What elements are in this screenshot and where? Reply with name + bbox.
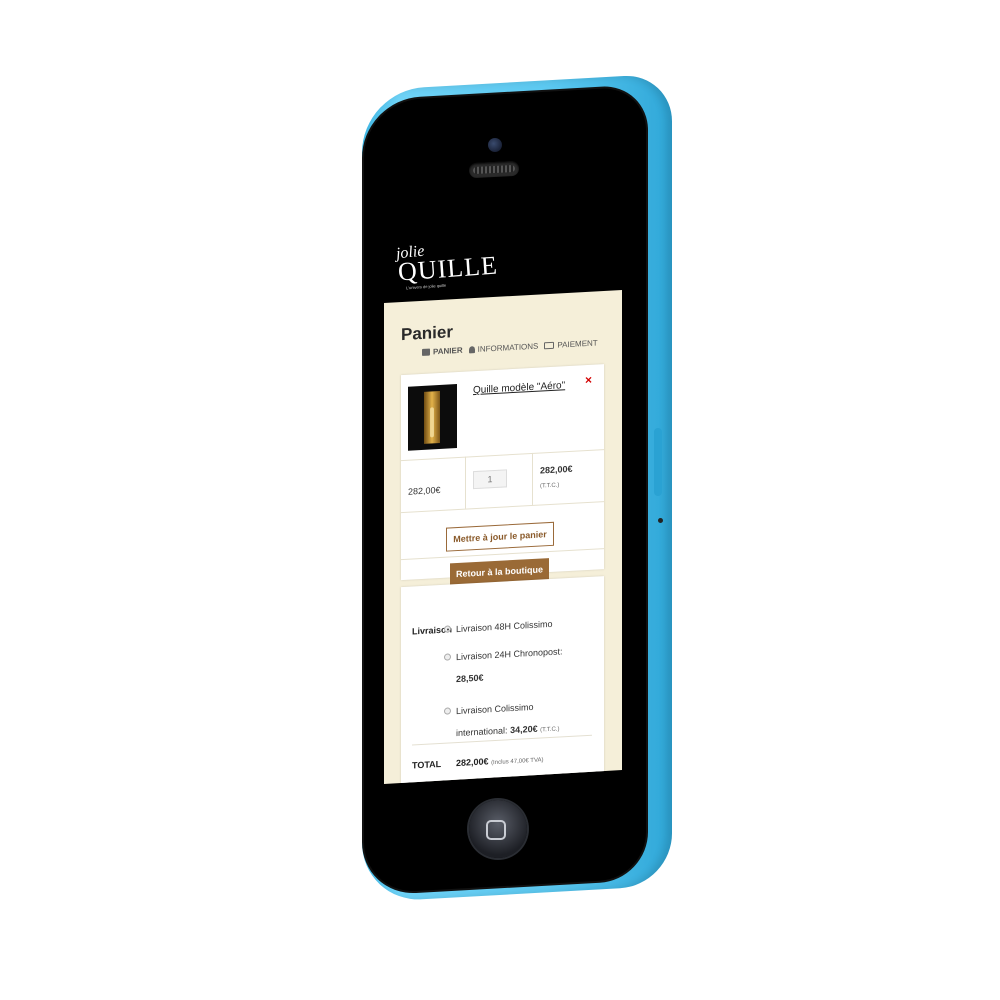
product-thumbnail[interactable] xyxy=(408,384,457,451)
radio-unselected[interactable] xyxy=(444,653,451,661)
line-subtotal: 282,00€ xyxy=(540,463,573,476)
product-name-link[interactable]: Quille modèle "Aéro" xyxy=(473,380,565,396)
shipping-totals: Livraison Livraison 48H Colissimo Livrai… xyxy=(401,576,604,784)
user-icon xyxy=(468,346,475,354)
remove-item-icon[interactable]: × xyxy=(585,373,592,387)
shipping-option-text: international: xyxy=(456,725,508,739)
shipping-option-chronopost-24h[interactable]: Livraison 24H Chronopost: 28,50€ xyxy=(444,644,563,686)
shipping-option-price: 28,50€ xyxy=(456,672,484,685)
volume-button xyxy=(654,428,662,496)
device-mockup: jolie QUILLE L'univers de jolie quille P… xyxy=(0,0,1000,1000)
shipping-option-colissimo-48h[interactable]: Livraison 48H Colissimo xyxy=(444,617,553,636)
shipping-option-text: Livraison Colissimo xyxy=(456,701,534,717)
step-label: PAIEMENT xyxy=(557,338,598,350)
step-cart[interactable]: PANIER xyxy=(422,346,463,357)
credit-card-icon xyxy=(544,341,555,350)
speaker-grille xyxy=(468,160,520,179)
product-box-image xyxy=(424,390,440,444)
home-square-icon xyxy=(486,820,506,840)
cart-table: Quille modèle "Aéro" × 282,00€ 1 282,00€… xyxy=(401,364,604,586)
step-informations[interactable]: INFORMATIONS xyxy=(468,341,539,355)
quantity-input[interactable]: 1 xyxy=(473,469,507,490)
page-title: Panier xyxy=(401,322,453,345)
shipping-option-price: 34,20€ xyxy=(510,723,538,736)
col-divider xyxy=(465,456,466,509)
shipping-option-text: Livraison 24H Chronopost: xyxy=(456,646,563,663)
row-divider xyxy=(401,501,604,514)
total-amount: 282,00€ xyxy=(456,756,489,769)
tax-note: (T.T.C.) xyxy=(540,482,560,490)
step-payment[interactable]: PAIEMENT xyxy=(544,338,598,350)
update-cart-button[interactable]: Mettre à jour le panier xyxy=(446,521,554,552)
tax-note: (T.T.C.) xyxy=(540,726,560,734)
step-label: INFORMATIONS xyxy=(477,341,539,354)
row-divider xyxy=(401,548,604,561)
step-label: PANIER xyxy=(433,345,463,357)
total-label: TOTAL xyxy=(412,758,442,771)
unit-price: 282,00€ xyxy=(408,484,441,497)
brand-logo[interactable]: jolie QUILLE L'univers de jolie quille xyxy=(392,240,499,292)
side-dot xyxy=(658,518,663,523)
cart-icon xyxy=(422,348,430,356)
phone-screen: Panier PANIER INFORMATIONS PAIEMENT Quil… xyxy=(384,290,622,784)
row-divider xyxy=(401,449,604,462)
total-value: 282,00€ (Inclus 47,00€ TVA) xyxy=(456,753,544,768)
shipping-option-colissimo-intl[interactable]: Livraison Colissimo international: 34,20… xyxy=(444,698,560,742)
radio-unselected[interactable] xyxy=(444,707,451,715)
shipping-option-text: Livraison 48H Colissimo xyxy=(456,618,553,635)
camera-icon xyxy=(488,138,502,152)
col-divider xyxy=(532,452,533,505)
vat-note: (Inclus 47,00€ TVA) xyxy=(491,757,544,767)
